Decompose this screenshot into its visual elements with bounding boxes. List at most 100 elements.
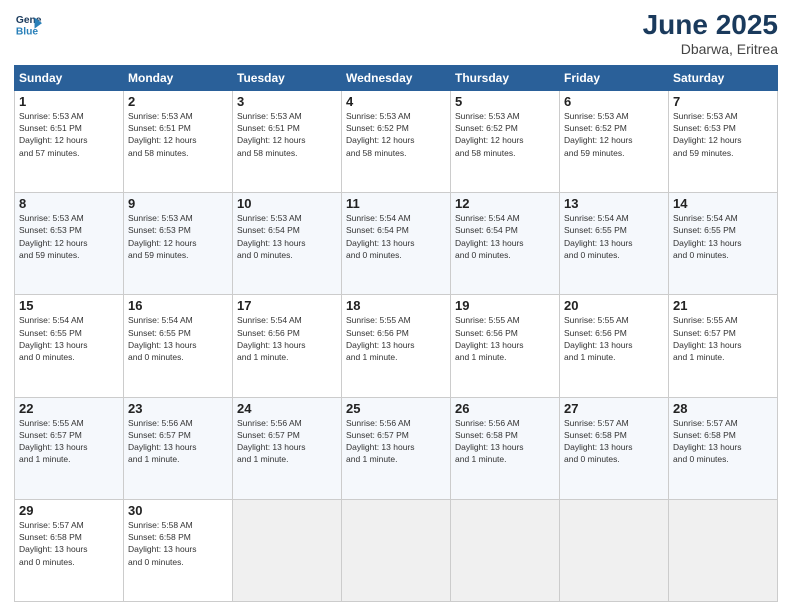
day-info: Sunrise: 5:53 AM Sunset: 6:52 PM Dayligh… [564,110,664,159]
day-number: 29 [19,503,119,518]
day-cell: 15Sunrise: 5:54 AM Sunset: 6:55 PM Dayli… [15,295,124,397]
day-info: Sunrise: 5:54 AM Sunset: 6:55 PM Dayligh… [564,212,664,261]
weekday-header-wednesday: Wednesday [342,65,451,90]
day-number: 15 [19,298,119,313]
day-cell [342,499,451,601]
day-number: 10 [237,196,337,211]
day-number: 30 [128,503,228,518]
day-number: 12 [455,196,555,211]
day-number: 22 [19,401,119,416]
day-cell: 10Sunrise: 5:53 AM Sunset: 6:54 PM Dayli… [233,193,342,295]
logo-icon: General Blue [14,10,42,38]
day-info: Sunrise: 5:54 AM Sunset: 6:54 PM Dayligh… [346,212,446,261]
day-info: Sunrise: 5:56 AM Sunset: 6:57 PM Dayligh… [237,417,337,466]
day-info: Sunrise: 5:55 AM Sunset: 6:57 PM Dayligh… [673,314,773,363]
day-cell: 17Sunrise: 5:54 AM Sunset: 6:56 PM Dayli… [233,295,342,397]
day-number: 20 [564,298,664,313]
day-info: Sunrise: 5:54 AM Sunset: 6:55 PM Dayligh… [19,314,119,363]
day-info: Sunrise: 5:57 AM Sunset: 6:58 PM Dayligh… [19,519,119,568]
weekday-header-thursday: Thursday [451,65,560,90]
day-cell: 1Sunrise: 5:53 AM Sunset: 6:51 PM Daylig… [15,90,124,192]
day-info: Sunrise: 5:53 AM Sunset: 6:53 PM Dayligh… [673,110,773,159]
weekday-header-row: SundayMondayTuesdayWednesdayThursdayFrid… [15,65,778,90]
weekday-header-monday: Monday [124,65,233,90]
day-info: Sunrise: 5:55 AM Sunset: 6:56 PM Dayligh… [455,314,555,363]
day-cell: 2Sunrise: 5:53 AM Sunset: 6:51 PM Daylig… [124,90,233,192]
day-number: 24 [237,401,337,416]
day-info: Sunrise: 5:56 AM Sunset: 6:57 PM Dayligh… [128,417,228,466]
day-number: 7 [673,94,773,109]
day-info: Sunrise: 5:53 AM Sunset: 6:52 PM Dayligh… [346,110,446,159]
week-row-3: 15Sunrise: 5:54 AM Sunset: 6:55 PM Dayli… [15,295,778,397]
day-number: 4 [346,94,446,109]
day-cell: 5Sunrise: 5:53 AM Sunset: 6:52 PM Daylig… [451,90,560,192]
day-cell [451,499,560,601]
day-cell: 23Sunrise: 5:56 AM Sunset: 6:57 PM Dayli… [124,397,233,499]
day-info: Sunrise: 5:55 AM Sunset: 6:56 PM Dayligh… [346,314,446,363]
week-row-4: 22Sunrise: 5:55 AM Sunset: 6:57 PM Dayli… [15,397,778,499]
day-cell: 20Sunrise: 5:55 AM Sunset: 6:56 PM Dayli… [560,295,669,397]
day-cell: 16Sunrise: 5:54 AM Sunset: 6:55 PM Dayli… [124,295,233,397]
weekday-header-friday: Friday [560,65,669,90]
day-info: Sunrise: 5:58 AM Sunset: 6:58 PM Dayligh… [128,519,228,568]
day-number: 9 [128,196,228,211]
day-cell: 25Sunrise: 5:56 AM Sunset: 6:57 PM Dayli… [342,397,451,499]
day-number: 16 [128,298,228,313]
day-info: Sunrise: 5:53 AM Sunset: 6:53 PM Dayligh… [128,212,228,261]
week-row-5: 29Sunrise: 5:57 AM Sunset: 6:58 PM Dayli… [15,499,778,601]
title-block: June 2025 Dbarwa, Eritrea [643,10,778,57]
day-number: 1 [19,94,119,109]
day-cell: 29Sunrise: 5:57 AM Sunset: 6:58 PM Dayli… [15,499,124,601]
day-cell: 24Sunrise: 5:56 AM Sunset: 6:57 PM Dayli… [233,397,342,499]
day-number: 17 [237,298,337,313]
weekday-header-saturday: Saturday [669,65,778,90]
header: General Blue June 2025 Dbarwa, Eritrea [14,10,778,57]
day-cell: 12Sunrise: 5:54 AM Sunset: 6:54 PM Dayli… [451,193,560,295]
weekday-header-tuesday: Tuesday [233,65,342,90]
day-cell: 18Sunrise: 5:55 AM Sunset: 6:56 PM Dayli… [342,295,451,397]
day-cell: 21Sunrise: 5:55 AM Sunset: 6:57 PM Dayli… [669,295,778,397]
day-info: Sunrise: 5:57 AM Sunset: 6:58 PM Dayligh… [564,417,664,466]
day-cell: 11Sunrise: 5:54 AM Sunset: 6:54 PM Dayli… [342,193,451,295]
day-number: 25 [346,401,446,416]
day-cell: 9Sunrise: 5:53 AM Sunset: 6:53 PM Daylig… [124,193,233,295]
day-info: Sunrise: 5:55 AM Sunset: 6:56 PM Dayligh… [564,314,664,363]
day-info: Sunrise: 5:53 AM Sunset: 6:54 PM Dayligh… [237,212,337,261]
weekday-header-sunday: Sunday [15,65,124,90]
day-number: 28 [673,401,773,416]
day-number: 27 [564,401,664,416]
day-cell: 28Sunrise: 5:57 AM Sunset: 6:58 PM Dayli… [669,397,778,499]
week-row-2: 8 Sunrise: 5:53 AM Sunset: 6:53 PM Daylig… [15,193,778,295]
day-cell: 27Sunrise: 5:57 AM Sunset: 6:58 PM Dayli… [560,397,669,499]
day-number: 19 [455,298,555,313]
calendar-title: June 2025 [643,10,778,41]
day-number: 21 [673,298,773,313]
day-cell: 30Sunrise: 5:58 AM Sunset: 6:58 PM Dayli… [124,499,233,601]
day-info: Sunrise: 5:54 AM Sunset: 6:56 PM Dayligh… [237,314,337,363]
day-number: 6 [564,94,664,109]
day-info: Sunrise: 5:53 AM Sunset: 6:51 PM Dayligh… [19,110,119,159]
day-number: 3 [237,94,337,109]
week-row-1: 1Sunrise: 5:53 AM Sunset: 6:51 PM Daylig… [15,90,778,192]
day-cell: 4Sunrise: 5:53 AM Sunset: 6:52 PM Daylig… [342,90,451,192]
day-number: 13 [564,196,664,211]
day-number: 18 [346,298,446,313]
day-cell: 8Sunrise: 5:53 AM Sunset: 6:53 PM Daylig… [15,193,124,295]
day-number: 8 [19,196,119,211]
day-number: 11 [346,196,446,211]
calendar-page: General Blue June 2025 Dbarwa, Eritrea S… [0,0,792,612]
day-cell: 3Sunrise: 5:53 AM Sunset: 6:51 PM Daylig… [233,90,342,192]
day-info: Sunrise: 5:53 AM Sunset: 6:52 PM Dayligh… [455,110,555,159]
day-info: Sunrise: 5:53 AM Sunset: 6:51 PM Dayligh… [237,110,337,159]
day-info: Sunrise: 5:54 AM Sunset: 6:55 PM Dayligh… [128,314,228,363]
calendar-table: SundayMondayTuesdayWednesdayThursdayFrid… [14,65,778,602]
day-info: Sunrise: 5:54 AM Sunset: 6:54 PM Dayligh… [455,212,555,261]
day-number: 23 [128,401,228,416]
day-cell: 7Sunrise: 5:53 AM Sunset: 6:53 PM Daylig… [669,90,778,192]
day-cell: 13Sunrise: 5:54 AM Sunset: 6:55 PM Dayli… [560,193,669,295]
day-number: 26 [455,401,555,416]
calendar-subtitle: Dbarwa, Eritrea [643,41,778,57]
day-info: Sunrise: 5:54 AM Sunset: 6:55 PM Dayligh… [673,212,773,261]
day-info: Sunrise: 5:56 AM Sunset: 6:57 PM Dayligh… [346,417,446,466]
day-cell [233,499,342,601]
